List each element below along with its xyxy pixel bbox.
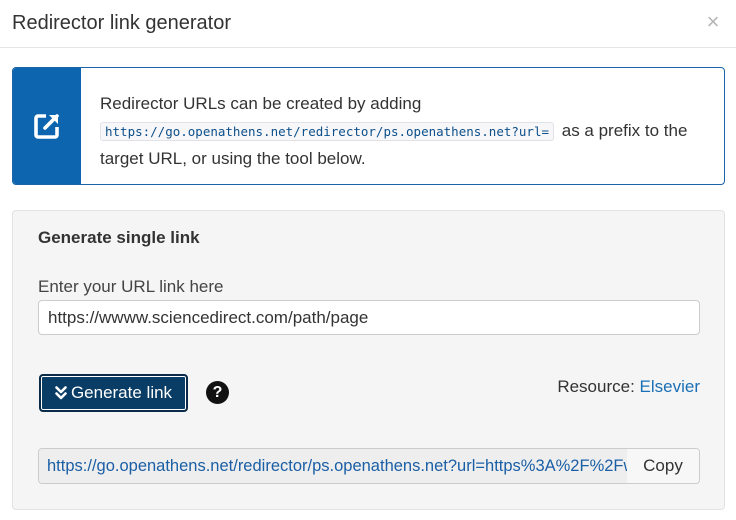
generate-link-button[interactable]: Generate link <box>39 374 188 412</box>
info-callout: Redirector URLs can be created by adding… <box>12 67 725 185</box>
url-input-label: Enter your URL link here <box>38 277 224 296</box>
section-title: Generate single link <box>38 228 200 247</box>
url-input[interactable] <box>38 300 700 335</box>
generate-link-label: Generate link <box>70 383 173 402</box>
resource-label: Resource: <box>557 377 635 396</box>
help-icon[interactable]: ? <box>206 381 229 404</box>
result-group: https://go.openathens.net/redirector/ps.… <box>38 448 700 484</box>
generator-panel: Generate single link Enter your URL link… <box>12 210 725 510</box>
info-text-before: Redirector URLs can be created by adding <box>100 94 422 113</box>
dialog-title: Redirector link generator <box>12 12 231 34</box>
info-icon-panel <box>13 68 81 184</box>
generated-link-output[interactable]: https://go.openathens.net/redirector/ps.… <box>39 449 628 483</box>
external-link-icon <box>34 114 59 139</box>
redirector-prefix-code: https://go.openathens.net/redirector/ps.… <box>100 122 555 141</box>
info-text: Redirector URLs can be created by adding… <box>100 90 712 172</box>
copy-button[interactable]: Copy <box>627 449 699 483</box>
close-icon[interactable]: × <box>702 10 724 34</box>
resource-link[interactable]: Elsevier <box>640 377 700 396</box>
dialog-header: Redirector link generator × <box>0 0 736 48</box>
double-chevron-down-icon <box>55 386 67 400</box>
resource-info: Resource: Elsevier <box>557 377 700 397</box>
